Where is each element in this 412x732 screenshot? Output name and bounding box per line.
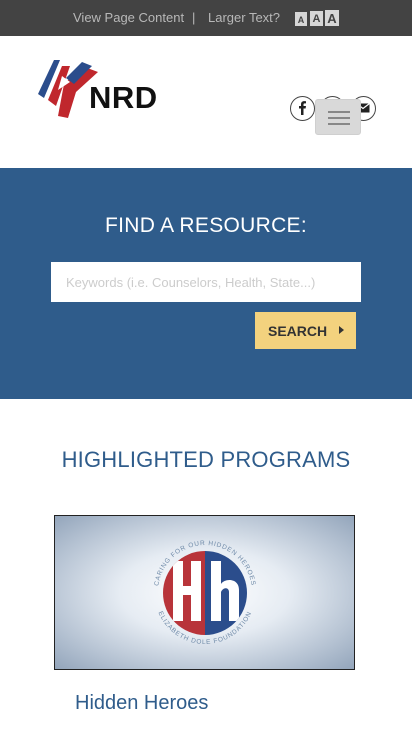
highlighted-programs-title: HIGHLIGHTED PROGRAMS [61,447,351,472]
find-resource-title: FIND A RESOURCE: [104,214,307,237]
find-resource-section: FIND A RESOURCE: SEARCH [0,168,412,399]
caret-right-icon [339,326,344,334]
resource-search-input[interactable] [51,262,361,302]
search-button[interactable]: SEARCH [255,312,356,349]
separator: | [192,10,196,25]
text-size-medium-button[interactable]: A [310,11,323,26]
menu-bar-icon [328,111,350,113]
utility-bar: View Page Content | Larger Text? A A A [0,0,412,36]
menu-bar-icon [328,123,350,125]
text-size-small-button[interactable]: A [295,12,307,26]
facebook-icon[interactable] [290,96,315,121]
view-page-content-link[interactable]: View Page Content [73,10,184,25]
hidden-heroes-badge: CARING FOR OUR HIDDEN HEROES ELIZABETH D… [153,540,255,646]
larger-text-label: Larger Text? [208,10,281,25]
text-size-large-button[interactable]: A [325,10,339,26]
search-button-label: SEARCH [268,322,328,339]
nrd-logo-text[interactable]: NRD [89,80,158,116]
site-header: NRD [0,36,412,168]
hamburger-menu-button[interactable] [315,99,361,135]
menu-bar-icon [328,117,350,119]
hidden-heroes-image[interactable]: CARING FOR OUR HIDDEN HEROES ELIZABETH D… [54,515,355,670]
hidden-heroes-link[interactable]: Hidden Heroes [75,692,208,715]
